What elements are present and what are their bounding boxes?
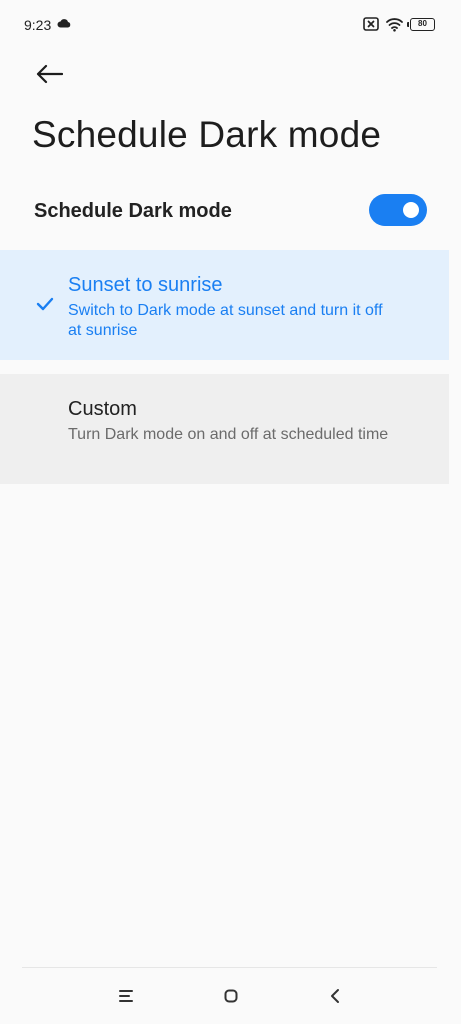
screen: 9:23 80 Schedule Dark mode Schedule Dark… xyxy=(0,0,461,1024)
schedule-dark-mode-toggle[interactable] xyxy=(369,194,427,226)
option-description: Turn Dark mode on and off at scheduled t… xyxy=(68,426,389,443)
cloud-icon xyxy=(57,19,71,28)
option-title: Sunset to sunrise xyxy=(68,274,223,296)
option-sunset-to-sunrise[interactable]: Sunset to sunrise Switch to Dark mode at… xyxy=(0,250,449,360)
schedule-dark-mode-label: Schedule Dark mode xyxy=(34,200,232,222)
status-bar: 9:23 80 xyxy=(0,0,461,50)
battery-level: 80 xyxy=(418,19,427,28)
option-custom[interactable]: Custom Turn Dark mode on and off at sche… xyxy=(0,374,449,484)
system-back-button[interactable] xyxy=(320,982,350,1010)
option-description: Switch to Dark mode at sunset and turn i… xyxy=(68,302,383,339)
battery-indicator: 80 xyxy=(407,17,435,31)
recent-apps-button[interactable] xyxy=(111,982,141,1010)
nav-divider xyxy=(22,967,437,968)
home-button[interactable] xyxy=(216,982,246,1010)
arrow-left-icon xyxy=(36,64,63,84)
home-icon xyxy=(224,989,238,1003)
option-title: Custom xyxy=(68,398,137,420)
back-chevron-icon xyxy=(331,989,339,1003)
schedule-dark-mode-row[interactable]: Schedule Dark mode xyxy=(0,184,461,238)
no-sim-icon xyxy=(363,17,379,31)
check-icon xyxy=(36,297,54,311)
status-icons: 80 xyxy=(363,16,435,32)
menu-icon xyxy=(119,990,133,1002)
wifi-icon xyxy=(386,17,403,32)
status-time: 9:23 xyxy=(24,17,52,33)
page-title: Schedule Dark mode xyxy=(32,114,382,155)
toggle-knob xyxy=(403,202,419,218)
back-button[interactable] xyxy=(32,60,66,88)
